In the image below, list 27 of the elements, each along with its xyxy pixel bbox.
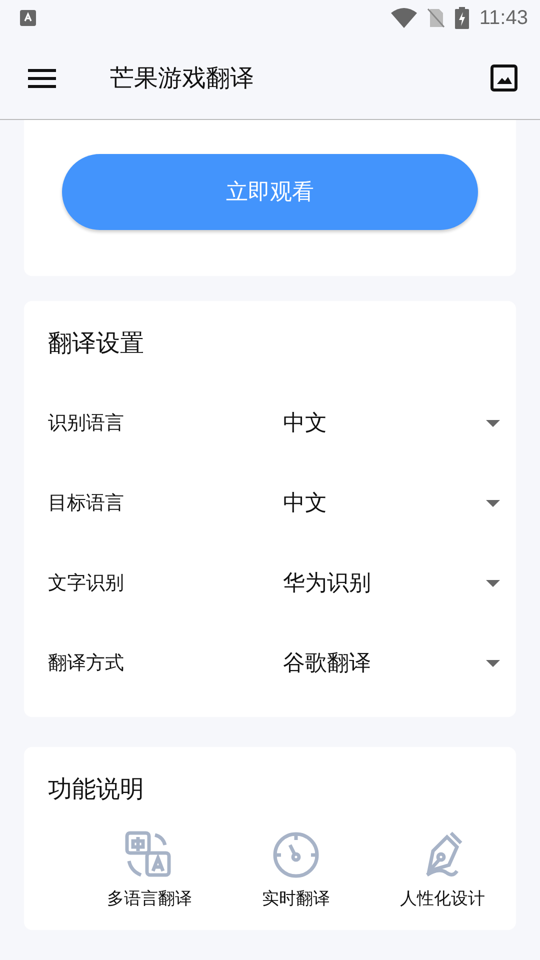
image-icon[interactable] xyxy=(490,64,518,92)
no-sim-icon xyxy=(427,8,446,28)
feature-label: 实时翻译 xyxy=(262,888,330,910)
menu-icon[interactable] xyxy=(28,68,56,88)
section-title: 翻译设置 xyxy=(48,328,145,359)
setting-dropdown[interactable]: 华为识别 xyxy=(283,560,500,606)
setting-dropdown[interactable]: 中文 xyxy=(283,480,500,526)
setting-label: 目标语言 xyxy=(48,491,125,516)
gauge-icon xyxy=(272,831,320,879)
status-time: 11:43 xyxy=(479,6,528,30)
setting-dropdown[interactable]: 中文 xyxy=(283,400,500,446)
setting-label: 文字识别 xyxy=(48,571,125,596)
caret-icon xyxy=(486,500,500,506)
section-title: 功能说明 xyxy=(48,774,145,805)
setting-dropdown[interactable]: 谷歌翻译 xyxy=(283,640,500,686)
app-title: 芒果游戏翻译 xyxy=(110,62,255,94)
setting-label: 翻译方式 xyxy=(48,651,125,676)
translate-icon xyxy=(125,831,174,879)
setting-label: 识别语言 xyxy=(48,411,125,436)
battery-icon xyxy=(455,7,470,29)
keyboard-icon xyxy=(20,10,36,26)
caret-icon xyxy=(486,420,500,426)
feature-label: 人性化设计 xyxy=(400,888,486,910)
wifi-icon xyxy=(391,8,418,28)
caret-icon xyxy=(486,660,500,666)
caret-icon xyxy=(486,580,500,586)
feature-label: 多语言翻译 xyxy=(106,888,192,910)
